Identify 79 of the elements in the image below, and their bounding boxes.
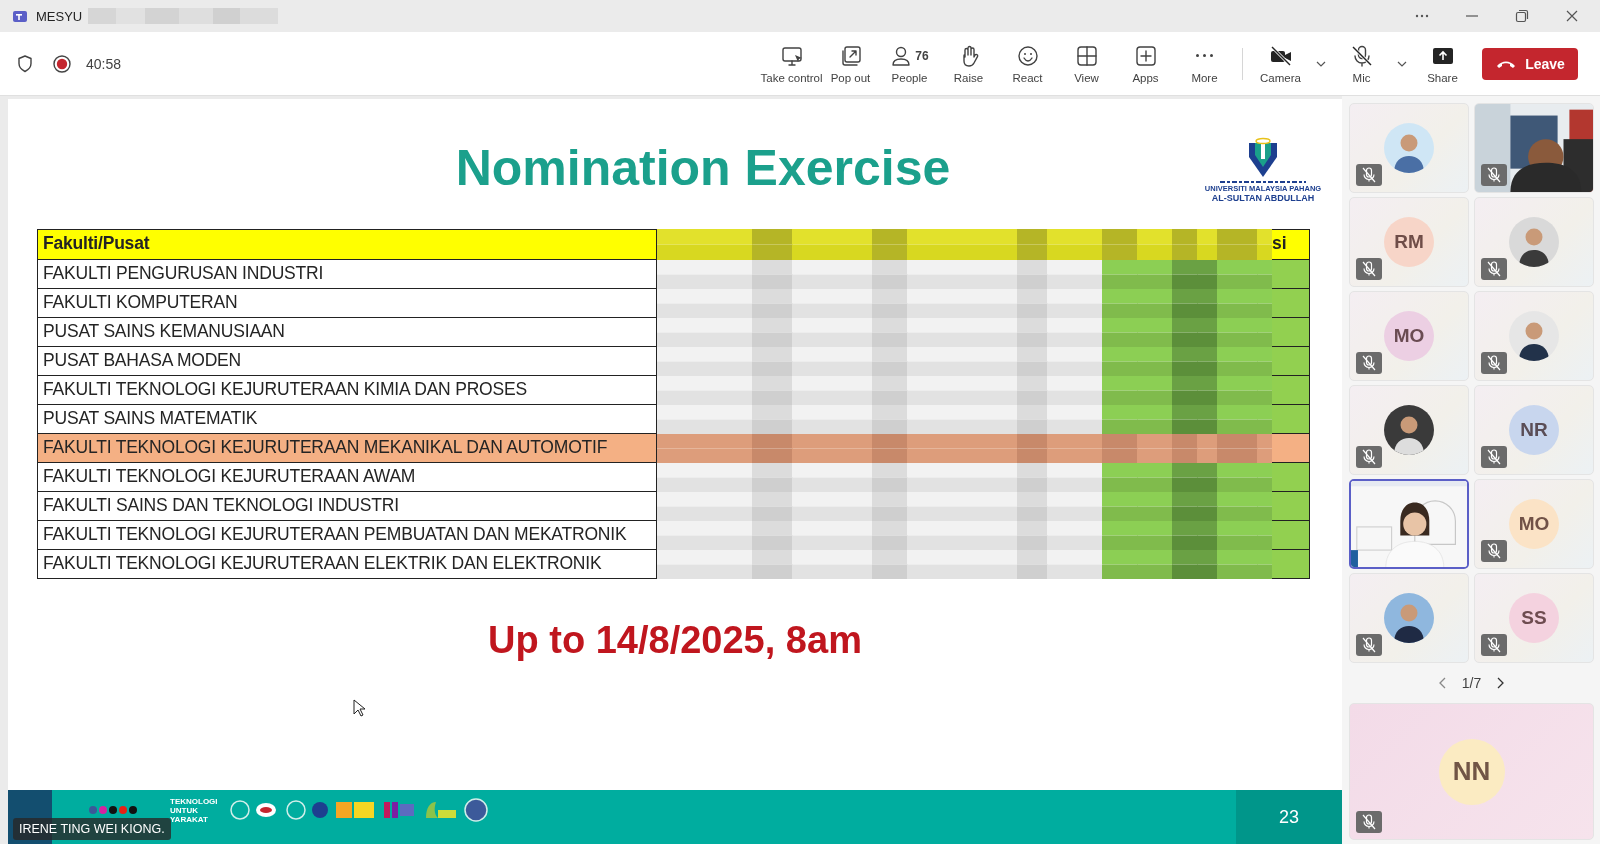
avatar-initials: SS [1509, 593, 1559, 643]
table-cell: FAKULTI TEKNOLOGI KEJURUTERAAN ELEKTRIK DAN ELEKTRONIK [37, 550, 657, 579]
shield-icon [16, 53, 34, 74]
view-button[interactable]: View [1057, 36, 1116, 91]
tagline-text: TEKNOLOGI [170, 796, 218, 806]
table-cell [1272, 492, 1310, 521]
table-cell: PUSAT BAHASA MODEN [37, 347, 657, 376]
table-cell [1272, 434, 1310, 463]
presenter-name-label: IRENE TING WEI KIONG. [13, 818, 171, 840]
mic-button[interactable]: Mic [1332, 36, 1391, 91]
person-icon [890, 44, 913, 67]
table-cell [1272, 376, 1310, 405]
avatar-initials: MO [1384, 311, 1434, 361]
grid-icon [1075, 44, 1098, 67]
next-page-icon[interactable] [1495, 676, 1506, 690]
tagline-text: YARAKAT [170, 814, 209, 824]
social-media-icons-drawing [88, 805, 138, 815]
table-header-cell: Fakulti/Pusat [37, 229, 657, 260]
table-cell: FAKULTI TEKNOLOGI KEJURUTERAAN MEKANIKAL DAN AUTOMOTIF [37, 434, 657, 463]
avatar [1509, 217, 1559, 267]
table-cell: FAKULTI KOMPUTERAN [37, 289, 657, 318]
table-cell: FAKULTI TEKNOLOGI KEJURUTERAAN KIMIA DAN PROSES [37, 376, 657, 405]
table-cell: FAKULTI PENGURUSAN INDUSTRI [37, 260, 657, 289]
pop-out-button[interactable]: Pop out [821, 36, 880, 91]
mic-off-icon [1350, 44, 1373, 67]
previous-page-icon[interactable] [1437, 676, 1448, 690]
avatar [1509, 311, 1559, 361]
participant-tile[interactable]: NN [1349, 703, 1594, 840]
table-cell [1272, 550, 1310, 579]
window-title: MESYU [36, 8, 83, 24]
table-cell [1272, 463, 1310, 492]
meeting-timer: 40:58 [86, 55, 122, 72]
table-cell: FAKULTI TEKNOLOGI KEJURUTERAAN PEMBUATAN DAN MEKATRONIK [37, 521, 657, 550]
camera-off-icon [1269, 44, 1292, 67]
table-cell [1272, 405, 1310, 434]
pop-out-icon [839, 44, 862, 67]
plus-icon [1134, 44, 1157, 67]
avatar-initials: RM [1384, 217, 1434, 267]
slide-page-number: 23 [1236, 790, 1342, 844]
table-header-cell: si [1272, 229, 1310, 260]
apps-button[interactable]: Apps [1116, 36, 1175, 91]
share-button[interactable]: Share [1413, 36, 1472, 91]
smiley-icon [1016, 44, 1039, 67]
more-icon [1196, 54, 1213, 57]
close-icon[interactable] [1564, 8, 1580, 24]
table-cell [1272, 260, 1310, 289]
deadline-text: Up to 14/8/2025, 8am [487, 619, 863, 662]
table-cell: PUSAT SAINS KEMANUSIAAN [37, 318, 657, 347]
avatar [1384, 593, 1434, 643]
react-button[interactable]: React [998, 36, 1057, 91]
page-indicator: 1/7 [1461, 675, 1482, 691]
table-cell: PUSAT SAINS MATEMATIK [37, 405, 657, 434]
teams-logo-icon [12, 8, 28, 24]
table-cell [1272, 521, 1310, 550]
people-button[interactable]: 76 People [880, 36, 939, 91]
avatar-initials: NN [1438, 738, 1505, 805]
avatar-initials: MO [1509, 499, 1559, 549]
more-button[interactable]: More [1175, 36, 1234, 91]
table-cell [1272, 289, 1310, 318]
participant-tile[interactable]: MO [1349, 291, 1469, 381]
screen-cursor-icon [780, 44, 803, 67]
raise-hand-button[interactable]: Raise [939, 36, 998, 91]
take-control-button[interactable]: Take control [762, 36, 821, 91]
table-cell [1272, 318, 1310, 347]
restore-icon[interactable] [1514, 8, 1530, 24]
tagline-text: UNTUK [170, 805, 199, 815]
avatar-initials: NR [1509, 405, 1559, 455]
mouse-cursor-icon [353, 699, 365, 717]
participant-tile[interactable]: MO [1474, 479, 1594, 569]
table-cell: FAKULTI SAINS DAN TEKNOLOGI INDUSTRI [37, 492, 657, 521]
participant-tile[interactable]: SS [1474, 573, 1594, 663]
table-cell: FAKULTI TEKNOLOGI KEJURUTERAAN AWAM [37, 463, 657, 492]
participant-tile[interactable]: RM [1349, 197, 1469, 287]
avatar [1384, 123, 1434, 173]
avatar [1384, 405, 1434, 455]
participant-tile[interactable]: NR [1474, 385, 1594, 475]
table-cell [1272, 347, 1310, 376]
leave-button[interactable]: Leave [1482, 47, 1578, 80]
camera-button[interactable]: Camera [1251, 36, 1310, 91]
